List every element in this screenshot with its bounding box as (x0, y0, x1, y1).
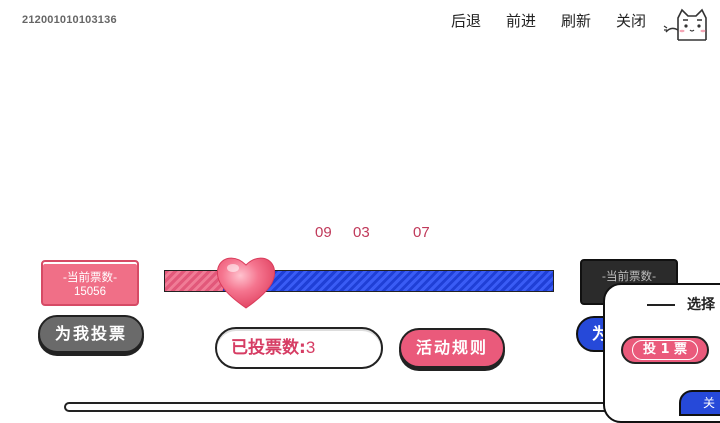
vote-one-button[interactable]: 投 1 票 (621, 336, 709, 364)
vote-one-label: 投 1 票 (631, 340, 699, 360)
page-id: 212001010103136 (22, 14, 117, 26)
refresh-button[interactable]: 刷新 (561, 10, 591, 31)
left-vote-value: 15056 (74, 286, 106, 298)
back-button[interactable]: 后退 (451, 10, 481, 31)
activity-rules-button[interactable]: 活动规则 (399, 328, 505, 368)
popup-title: 选择 (647, 294, 715, 314)
countdown-hours: 03 (353, 224, 370, 241)
heart-icon (216, 257, 276, 309)
vote-for-me-button[interactable]: 为我投票 (38, 315, 144, 353)
popup-title-text: 选择 (687, 297, 715, 313)
right-vote-label: -当前票数- (601, 269, 657, 283)
voted-count-field: 已投票数:3 (215, 327, 383, 369)
vote-select-popup: 选择 投 1 票 关 (603, 283, 720, 423)
countdown-minutes: 07 (413, 224, 430, 241)
countdown-days: 09 (315, 224, 332, 241)
forward-button[interactable]: 前进 (506, 10, 536, 31)
voted-count-label: 已投票数: (231, 338, 306, 358)
voted-count-value: 3 (305, 338, 316, 357)
close-button[interactable]: 关闭 (616, 10, 646, 31)
top-bar: 212001010103136 后退 前进 刷新 关闭 (0, 0, 720, 44)
bottom-panel-edge (64, 402, 624, 412)
left-vote-label: -当前票数- (62, 270, 118, 284)
left-vote-count-box: -当前票数- 15056 (41, 260, 139, 306)
popup-blue-button[interactable]: 关 (679, 390, 720, 416)
cat-mascot-icon (663, 8, 707, 41)
